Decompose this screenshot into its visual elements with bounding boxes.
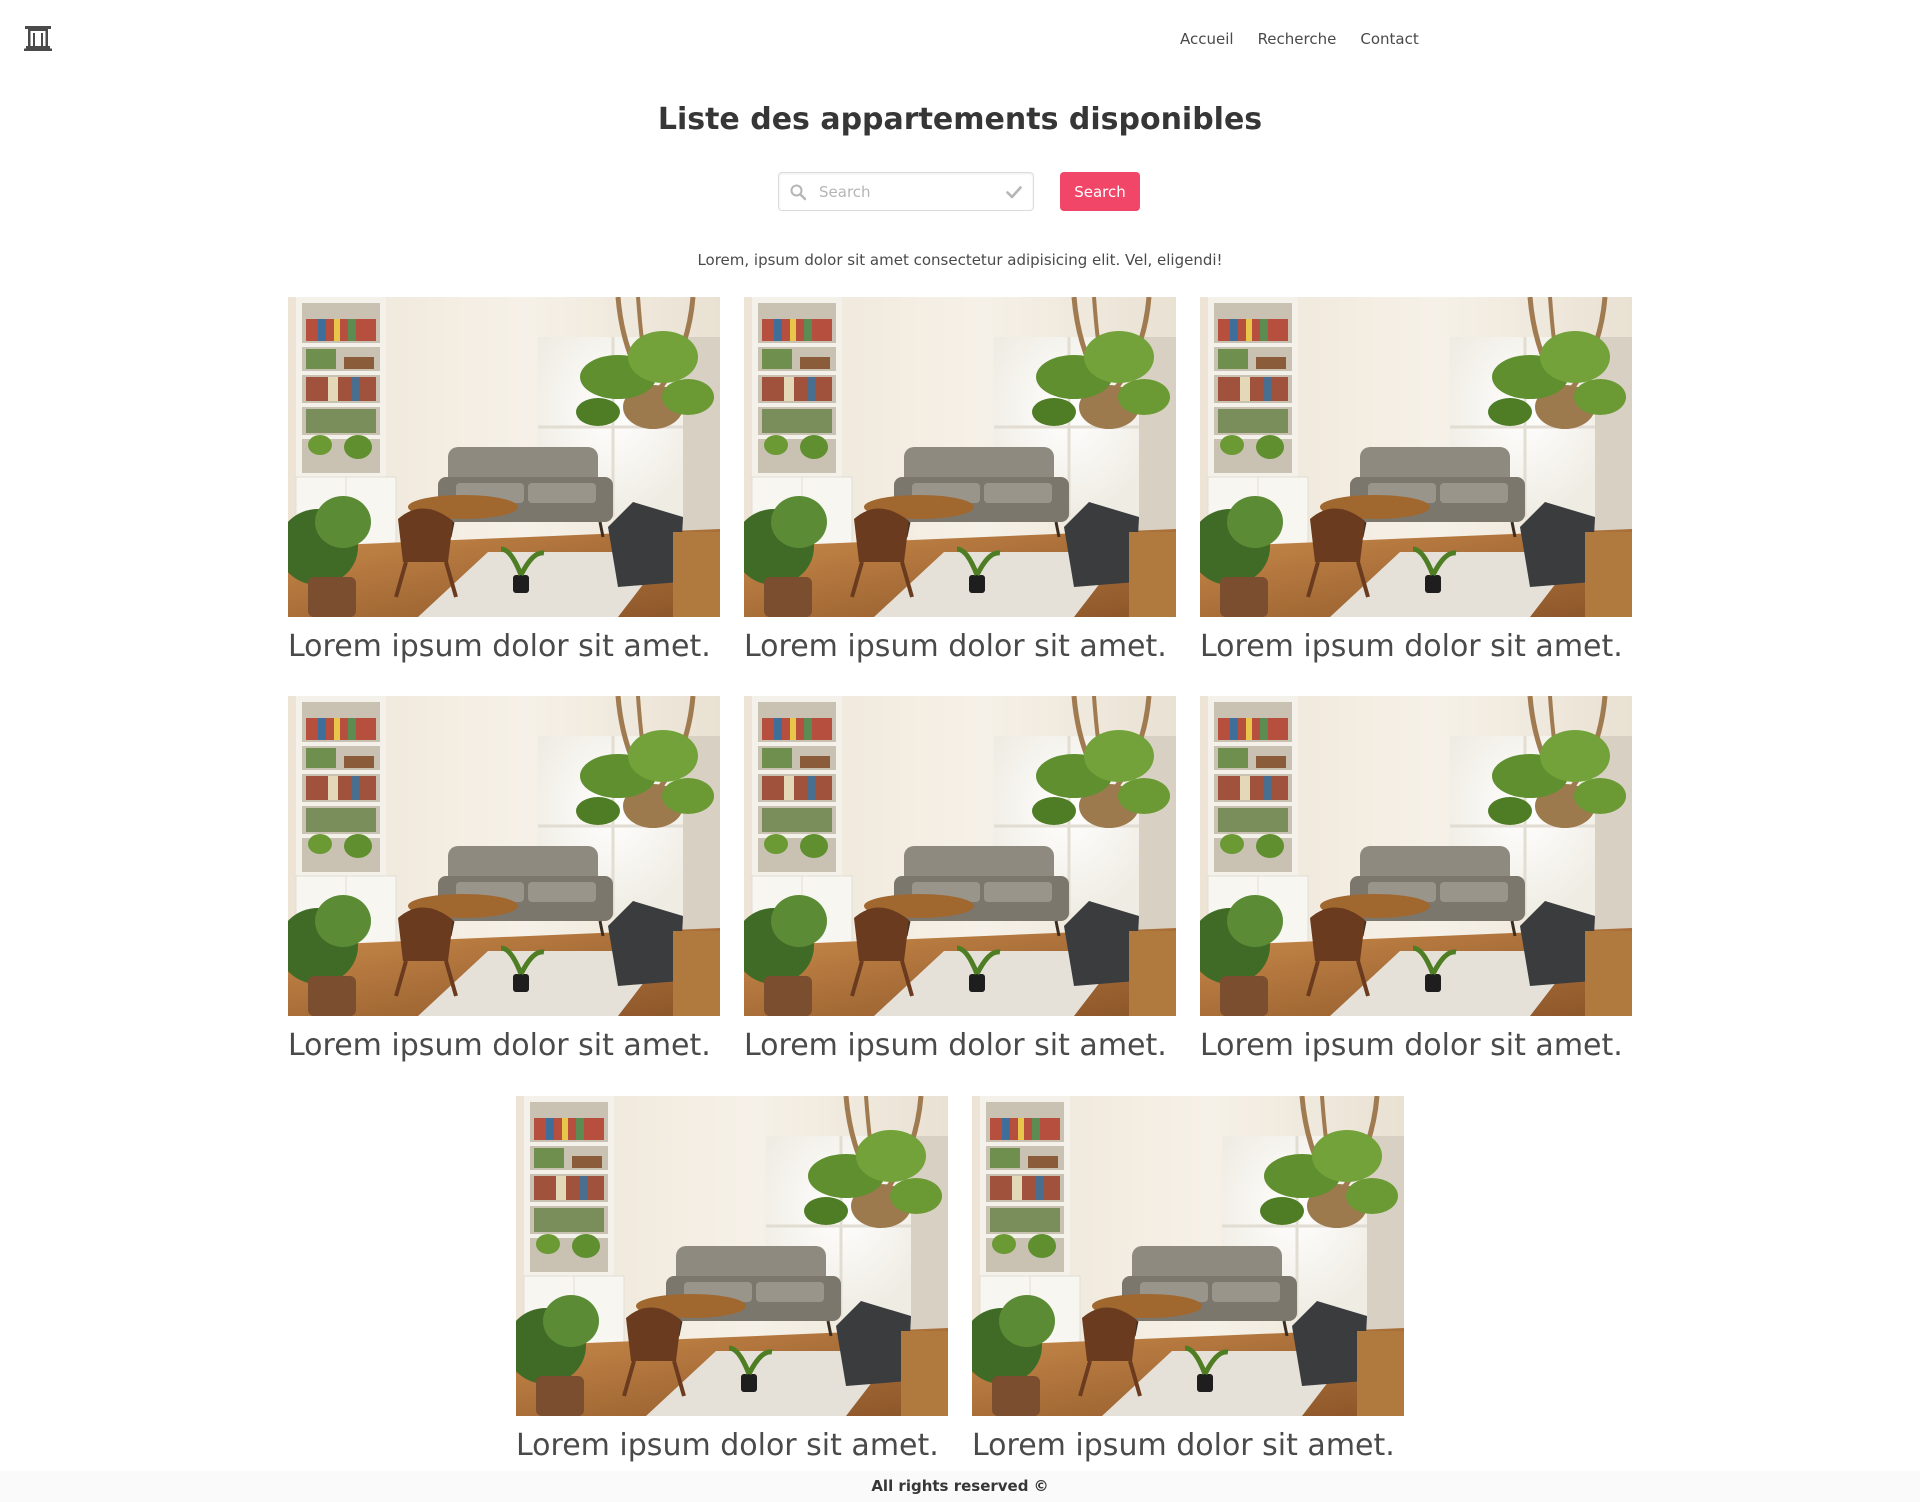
- listing-card[interactable]: Lorem ipsum dolor sit amet.: [288, 297, 720, 681]
- living-room-photo: [288, 297, 720, 617]
- search-icon: [789, 183, 807, 201]
- building-icon[interactable]: [22, 22, 54, 54]
- listing-card[interactable]: Lorem ipsum dolor sit amet.: [744, 696, 1176, 1080]
- search-field: [778, 172, 1034, 211]
- listing-card[interactable]: Lorem ipsum dolor sit amet.: [288, 696, 720, 1080]
- listing-card[interactable]: Lorem ipsum dolor sit amet.: [744, 297, 1176, 681]
- nav-link-contact[interactable]: Contact: [1360, 27, 1418, 51]
- living-room-photo: [1200, 297, 1632, 617]
- footer: All rights reserved ©: [0, 1471, 1920, 1502]
- listing-caption: Lorem ipsum dolor sit amet.: [744, 1028, 1167, 1063]
- check-icon: [1005, 183, 1023, 201]
- search-button[interactable]: Search: [1060, 172, 1140, 211]
- living-room-photo: [288, 696, 720, 1016]
- listing-caption: Lorem ipsum dolor sit amet.: [1200, 1028, 1623, 1063]
- listing-caption: Lorem ipsum dolor sit amet.: [288, 629, 711, 664]
- living-room-photo: [1200, 696, 1632, 1016]
- listing-card[interactable]: Lorem ipsum dolor sit amet.: [1200, 297, 1632, 681]
- listing-card[interactable]: Lorem ipsum dolor sit amet.: [1200, 696, 1632, 1080]
- living-room-photo: [744, 297, 1176, 617]
- listing-card[interactable]: Lorem ipsum dolor sit amet.: [516, 1096, 948, 1480]
- navbar: Accueil Recherche Contact: [0, 0, 1920, 78]
- search-input[interactable]: [819, 173, 995, 210]
- living-room-photo: [972, 1096, 1404, 1416]
- listing-caption: Lorem ipsum dolor sit amet.: [972, 1428, 1395, 1463]
- nav-link-accueil[interactable]: Accueil: [1180, 27, 1234, 51]
- intro-text: Lorem, ipsum dolor sit amet consectetur …: [697, 251, 1223, 269]
- page-title: Liste des appartements disponibles: [657, 102, 1263, 137]
- listing-caption: Lorem ipsum dolor sit amet.: [744, 629, 1167, 664]
- listing-caption: Lorem ipsum dolor sit amet.: [288, 1028, 711, 1063]
- footer-text: All rights reserved ©: [871, 1477, 1049, 1495]
- nav-link-recherche[interactable]: Recherche: [1258, 27, 1337, 51]
- living-room-photo: [516, 1096, 948, 1416]
- living-room-photo: [744, 696, 1176, 1016]
- nav-links: Accueil Recherche Contact: [1180, 27, 1419, 51]
- listing-card[interactable]: Lorem ipsum dolor sit amet.: [972, 1096, 1404, 1480]
- listing-caption: Lorem ipsum dolor sit amet.: [516, 1428, 939, 1463]
- listing-caption: Lorem ipsum dolor sit amet.: [1200, 629, 1623, 664]
